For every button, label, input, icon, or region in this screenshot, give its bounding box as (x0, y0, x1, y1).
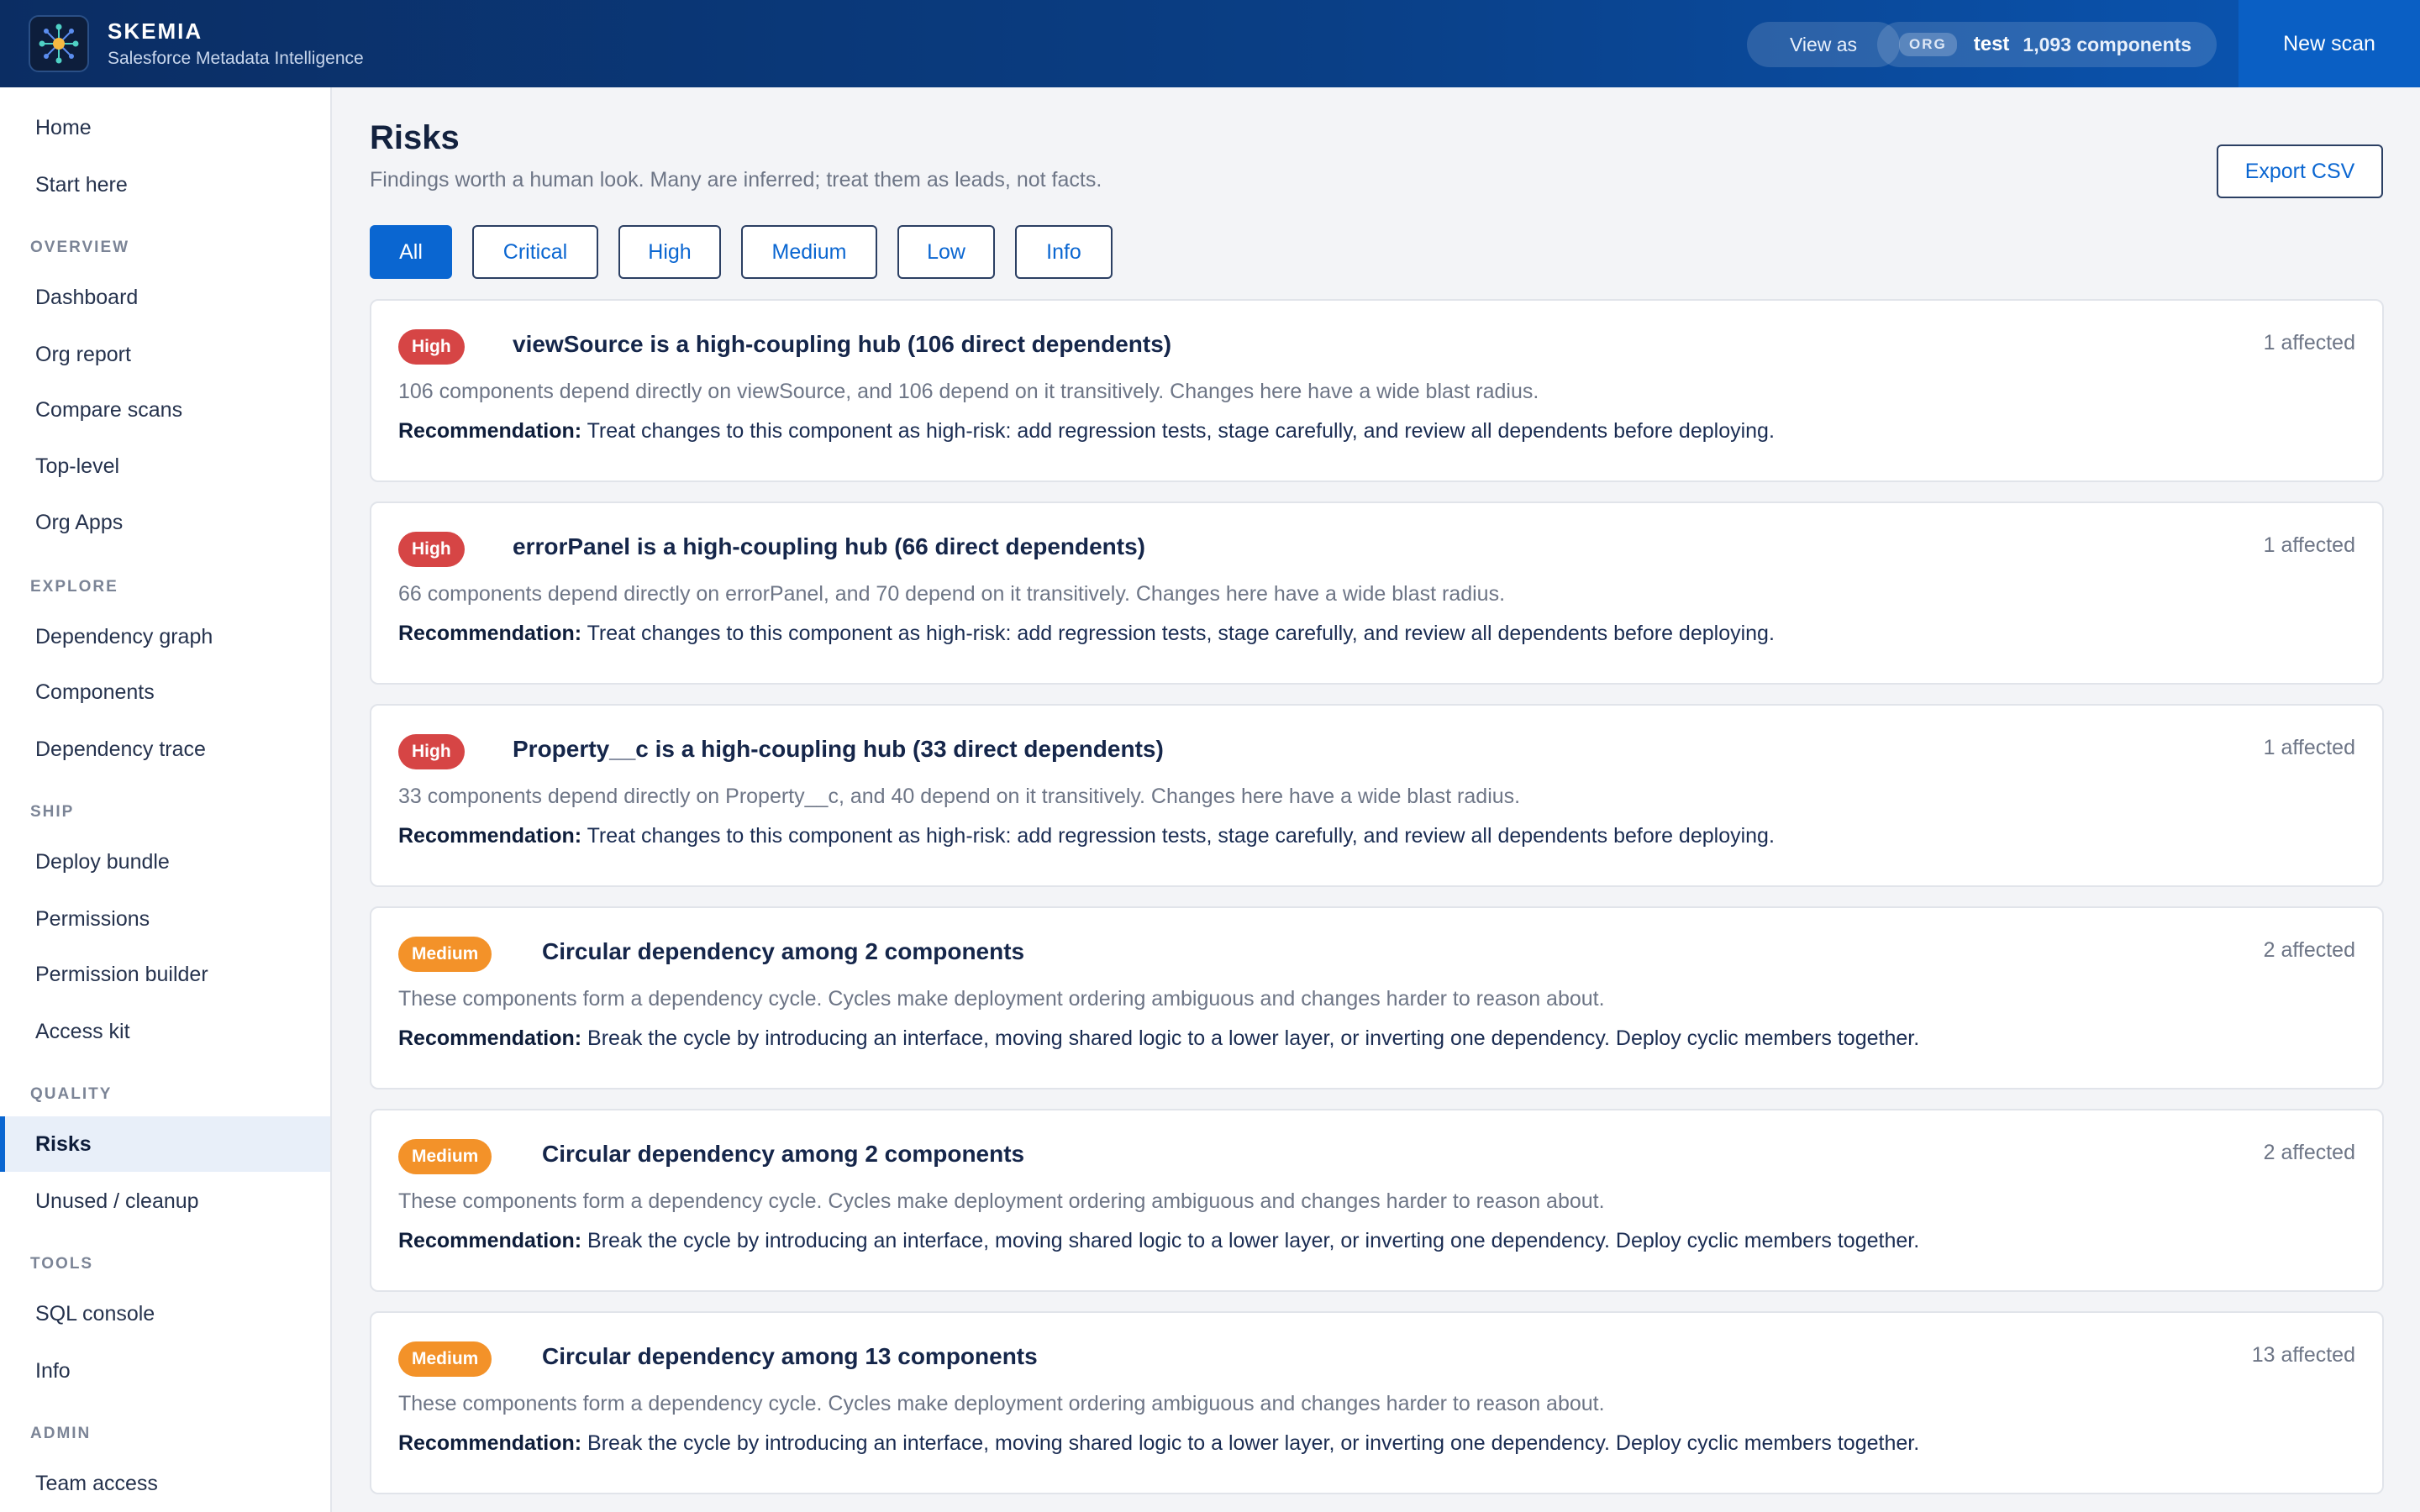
sidebar-item-org-apps[interactable]: Org Apps (0, 495, 330, 550)
sidebar-item-dependency-graph[interactable]: Dependency graph (0, 609, 330, 664)
org-selector[interactable]: ORG test 1,093 components (1877, 22, 2217, 67)
brand-name: SKEMIA (108, 18, 203, 44)
org-name: test (1973, 33, 2010, 55)
risk-description: These components form a dependency cycle… (398, 987, 1605, 1011)
new-scan-button[interactable]: New scan (2238, 0, 2420, 87)
risk-title: Property__c is a high-coupling hub (33 d… (513, 736, 1164, 762)
severity-badge: High (398, 734, 465, 769)
sidebar-item-compare-scans[interactable]: Compare scans (0, 382, 330, 438)
risk-recommendation: Recommendation: Treat changes to this co… (398, 824, 1775, 848)
severity-badge: Medium (398, 1139, 492, 1174)
recommendation-label: Recommendation: (398, 1431, 582, 1455)
risk-description: 33 components depend directly on Propert… (398, 785, 1521, 808)
recommendation-text: Treat changes to this component as high-… (587, 824, 1775, 848)
recommendation-text: Break the cycle by introducing an interf… (587, 1431, 1920, 1455)
main-content: Risks Findings worth a human look. Many … (334, 87, 2420, 1512)
brand: SKEMIA Salesforce Metadata Intelligence (108, 18, 364, 69)
page-subtitle: Findings worth a human look. Many are in… (370, 168, 1102, 192)
recommendation-label: Recommendation: (398, 622, 582, 645)
risk-description: These components form a dependency cycle… (398, 1189, 1605, 1213)
sidebar-section-overview: OVERVIEW (30, 239, 130, 256)
sidebar-section-tools: TOOLS (30, 1255, 94, 1273)
org-component-count: 1,093 components (2023, 33, 2192, 55)
affected-count: 2 affected (2263, 938, 2355, 962)
affected-count: 1 affected (2263, 533, 2355, 557)
risk-title: Circular dependency among 2 components (542, 1141, 1025, 1167)
risk-recommendation: Recommendation: Break the cycle by intro… (398, 1229, 1919, 1253)
risk-recommendation: Recommendation: Break the cycle by intro… (398, 1431, 1919, 1456)
sidebar-section-ship: SHIP (30, 803, 75, 821)
sidebar-item-risks[interactable]: Risks (0, 1116, 330, 1172)
sidebar-item-dependency-trace[interactable]: Dependency trace (0, 722, 330, 777)
filter-medium[interactable]: Medium (741, 225, 877, 279)
risk-card[interactable]: Medium Circular dependency among 2 compo… (370, 1109, 2384, 1292)
risk-card[interactable]: High errorPanel is a high-coupling hub (… (370, 501, 2384, 685)
sidebar-item-sql-console[interactable]: SQL console (0, 1286, 330, 1341)
top-bar: SKEMIA Salesforce Metadata Intelligence … (0, 0, 2420, 87)
recommendation-text: Treat changes to this component as high-… (587, 419, 1775, 443)
recommendation-label: Recommendation: (398, 1229, 582, 1252)
affected-count: 1 affected (2263, 736, 2355, 759)
sidebar-item-org-report[interactable]: Org report (0, 327, 330, 382)
affected-count: 1 affected (2263, 331, 2355, 354)
severity-badge: Medium (398, 1341, 492, 1377)
recommendation-text: Break the cycle by introducing an interf… (587, 1229, 1920, 1252)
filter-info[interactable]: Info (1015, 225, 1113, 279)
export-csv-button[interactable]: Export CSV (2217, 144, 2383, 198)
risk-description: 66 components depend directly on errorPa… (398, 582, 1506, 606)
filter-critical[interactable]: Critical (472, 225, 598, 279)
severity-badge: High (398, 532, 465, 567)
sidebar-item-permission-builder[interactable]: Permission builder (0, 947, 330, 1002)
risk-recommendation: Recommendation: Treat changes to this co… (398, 419, 1775, 444)
recommendation-label: Recommendation: (398, 1026, 582, 1050)
brand-subtitle: Salesforce Metadata Intelligence (108, 49, 364, 68)
sidebar-section-quality: QUALITY (30, 1085, 113, 1103)
risk-card[interactable]: Medium Circular dependency among 2 compo… (370, 906, 2384, 1089)
sidebar-item-team-access[interactable]: Team access (0, 1456, 330, 1511)
sidebar-item-deploy-bundle[interactable]: Deploy bundle (0, 834, 330, 890)
recommendation-label: Recommendation: (398, 419, 582, 443)
risk-card[interactable]: Medium Circular dependency among 13 comp… (370, 1311, 2384, 1494)
recommendation-text: Break the cycle by introducing an interf… (587, 1026, 1920, 1050)
recommendation-label: Recommendation: (398, 824, 582, 848)
sidebar-item-dashboard[interactable]: Dashboard (0, 270, 330, 325)
risk-card[interactable]: High Property__c is a high-coupling hub … (370, 704, 2384, 887)
sidebar-section-admin: ADMIN (30, 1425, 92, 1442)
affected-count: 2 affected (2263, 1141, 2355, 1164)
skemia-logo-icon (39, 24, 79, 64)
risk-title: Circular dependency among 2 components (542, 938, 1025, 964)
risk-card[interactable]: High viewSource is a high-coupling hub (… (370, 299, 2384, 482)
sidebar-item-home[interactable]: Home (0, 100, 330, 155)
filter-high[interactable]: High (618, 225, 721, 279)
sidebar-item-info[interactable]: Info (0, 1343, 330, 1399)
affected-count: 13 affected (2251, 1343, 2355, 1367)
risk-title: errorPanel is a high-coupling hub (66 di… (513, 533, 1145, 559)
severity-badge: High (398, 329, 465, 365)
sidebar: Home Start here OVERVIEW Dashboard Org r… (0, 87, 332, 1512)
risk-description: These components form a dependency cycle… (398, 1392, 1605, 1415)
sidebar-item-unused-cleanup[interactable]: Unused / cleanup (0, 1173, 330, 1229)
app-logo[interactable] (29, 15, 89, 72)
severity-badge: Medium (398, 937, 492, 972)
risk-recommendation: Recommendation: Treat changes to this co… (398, 622, 1775, 646)
filter-all[interactable]: All (370, 225, 452, 279)
risk-description: 106 components depend directly on viewSo… (398, 380, 1539, 403)
sidebar-item-permissions[interactable]: Permissions (0, 891, 330, 947)
sidebar-item-start-here[interactable]: Start here (0, 157, 330, 213)
recommendation-text: Treat changes to this component as high-… (587, 622, 1775, 645)
risk-title: viewSource is a high-coupling hub (106 d… (513, 331, 1172, 357)
sidebar-item-components[interactable]: Components (0, 664, 330, 720)
filter-low[interactable]: Low (897, 225, 995, 279)
sidebar-item-access-kit[interactable]: Access kit (0, 1004, 330, 1059)
org-tag: ORG (1899, 33, 1957, 56)
sidebar-section-explore: EXPLORE (30, 578, 118, 596)
risk-title: Circular dependency among 13 components (542, 1343, 1038, 1369)
sidebar-item-top-level[interactable]: Top-level (0, 438, 330, 494)
risk-recommendation: Recommendation: Break the cycle by intro… (398, 1026, 1919, 1051)
page-title: Risks (370, 119, 460, 156)
